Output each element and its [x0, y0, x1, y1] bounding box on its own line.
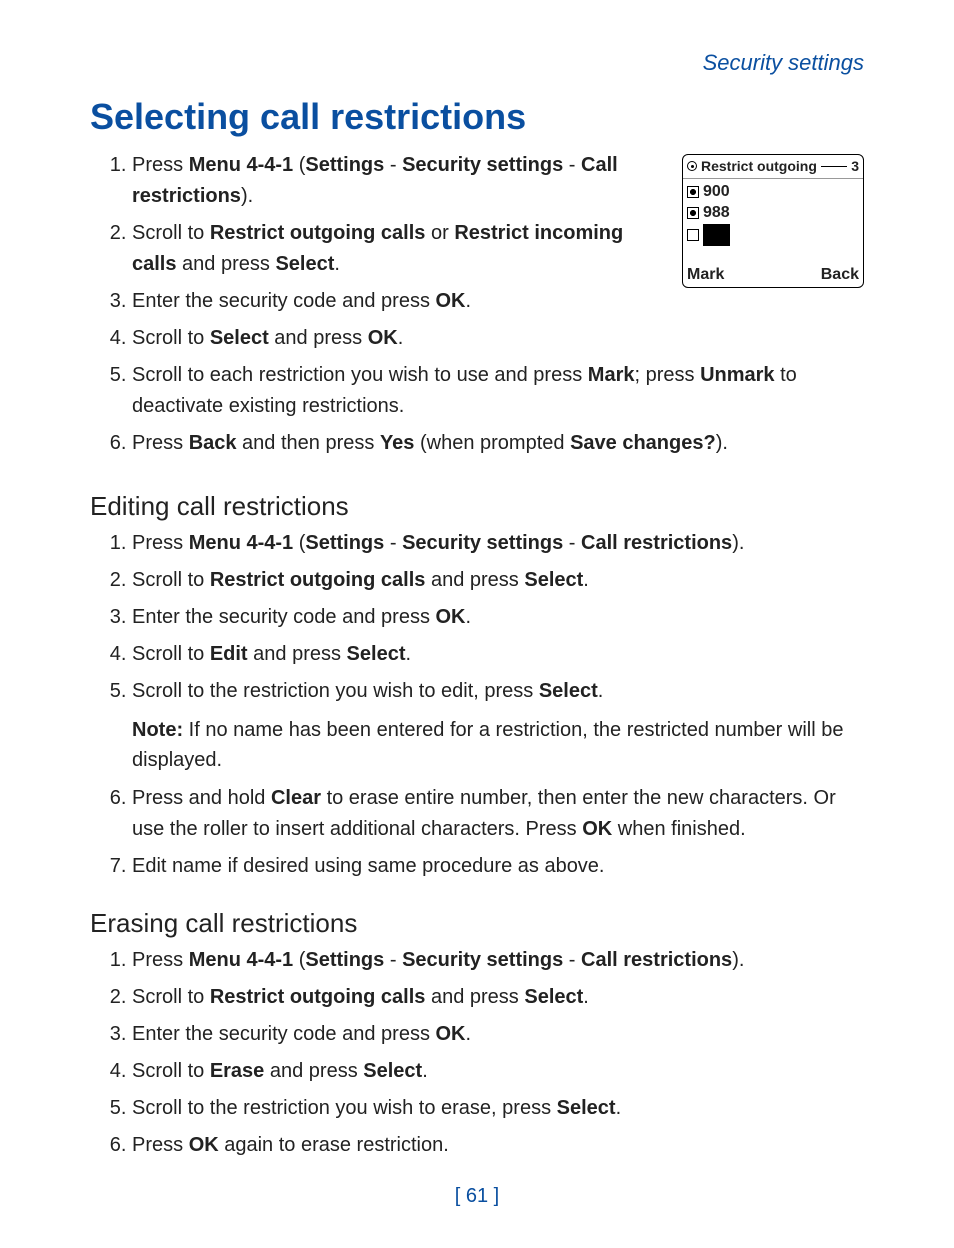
phone-lcd-figure: Restrict outgoing 3 900988999 Mark Back	[682, 154, 864, 288]
radio-icon	[687, 161, 697, 171]
page-title: Selecting call restrictions	[90, 96, 864, 138]
phone-row-text: 988	[703, 202, 730, 224]
step-item: Enter the security code and press OK.	[132, 1019, 864, 1050]
checkbox-icon	[687, 207, 699, 219]
step-item: Edit name if desired using same procedur…	[132, 851, 864, 882]
step-item: Enter the security code and press OK.	[132, 602, 864, 633]
checkbox-icon	[687, 229, 699, 241]
section-label: Security settings	[90, 50, 864, 76]
step-item: Press OK again to erase restriction.	[132, 1130, 864, 1161]
phone-count: 3	[851, 157, 859, 176]
step-item: Scroll to Edit and press Select.	[132, 639, 864, 670]
step-item: Scroll to the restriction you wish to ed…	[132, 676, 864, 707]
step-item: Enter the security code and press OK.	[132, 286, 864, 317]
subheading-editing: Editing call restrictions	[90, 491, 864, 522]
steps-erasing: Press Menu 4-4-1 (Settings - Security se…	[90, 945, 864, 1161]
step-item: Press Menu 4-4-1 (Settings - Security se…	[132, 945, 864, 976]
steps-editing-cont: Press and hold Clear to erase entire num…	[90, 783, 864, 882]
checkbox-icon	[687, 186, 699, 198]
phone-body: 900988999	[683, 179, 863, 248]
step-item: Scroll to Restrict outgoing calls and pr…	[132, 982, 864, 1013]
step-item: Press Back and then press Yes (when prom…	[132, 428, 864, 459]
step-item: Scroll to Select and press OK.	[132, 323, 864, 354]
step-item: Press and hold Clear to erase entire num…	[132, 783, 864, 845]
softkey-right: Back	[821, 264, 859, 286]
step-item: Scroll to the restriction you wish to er…	[132, 1093, 864, 1124]
steps-editing: Press Menu 4-4-1 (Settings - Security se…	[90, 528, 864, 707]
page-number: [ 61 ]	[90, 1185, 864, 1208]
phone-row-text: 999	[703, 224, 730, 246]
step-item: Scroll to Erase and press Select.	[132, 1056, 864, 1087]
note: Note: If no name has been entered for a …	[132, 715, 864, 775]
phone-row-text: 900	[703, 181, 730, 203]
subheading-erasing: Erasing call restrictions	[90, 908, 864, 939]
step-item: Scroll to each restriction you wish to u…	[132, 360, 864, 422]
softkey-left: Mark	[687, 264, 724, 286]
step-item: Press Menu 4-4-1 (Settings - Security se…	[132, 528, 864, 559]
phone-title: Restrict outgoing	[701, 157, 817, 176]
step-item: Scroll to Restrict outgoing calls and pr…	[132, 565, 864, 596]
